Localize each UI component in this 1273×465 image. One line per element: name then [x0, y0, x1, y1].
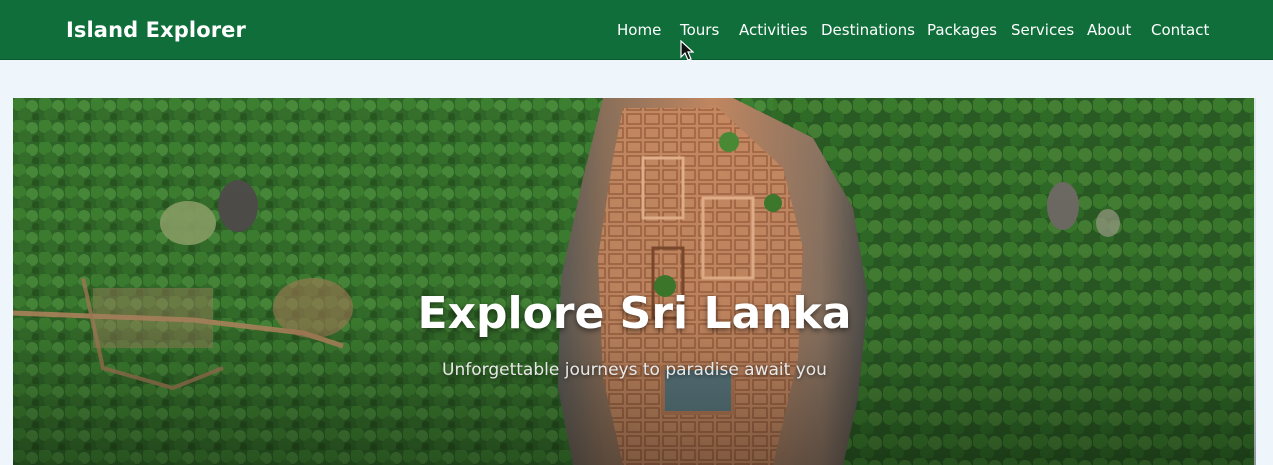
nav-link-tours[interactable]: Tours: [680, 21, 719, 39]
hero-banner: Explore Sri Lanka Unforgettable journeys…: [13, 98, 1256, 465]
nav-link-about[interactable]: About: [1087, 21, 1131, 39]
top-navbar: Island Explorer Home Tours Activities De…: [0, 0, 1273, 60]
nav-link-packages[interactable]: Packages: [927, 21, 997, 39]
hero-background-image: [13, 98, 1256, 465]
hero-subtitle: Unforgettable journeys to paradise await…: [442, 360, 827, 380]
hero-title: Explore Sri Lanka: [417, 288, 852, 339]
main-nav: Home Tours Activities Destinations Packa…: [0, 21, 1273, 43]
nav-link-services[interactable]: Services: [1011, 21, 1074, 39]
nav-link-contact[interactable]: Contact: [1151, 21, 1209, 39]
nav-link-activities[interactable]: Activities: [739, 21, 807, 39]
nav-link-destinations[interactable]: Destinations: [821, 21, 915, 39]
nav-link-home[interactable]: Home: [617, 21, 661, 39]
